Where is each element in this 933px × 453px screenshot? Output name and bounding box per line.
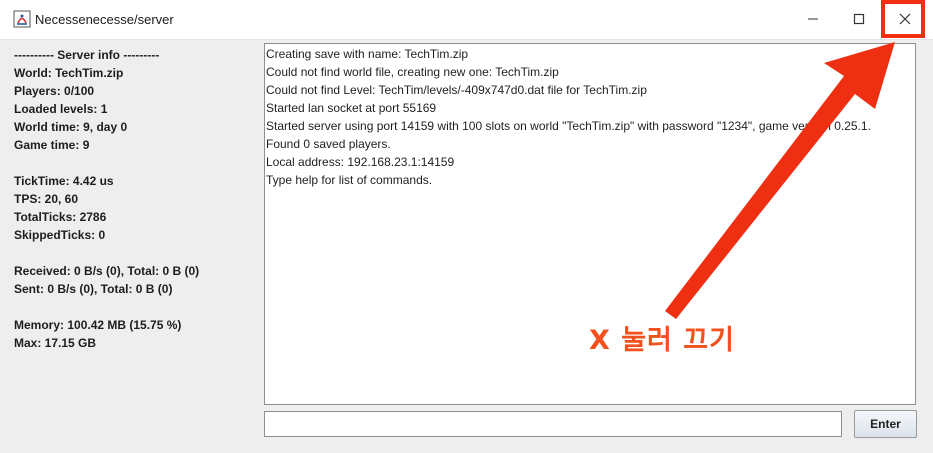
annotation-arrow (665, 42, 895, 319)
annotation-label: X 눌러 끄기 (589, 325, 735, 356)
